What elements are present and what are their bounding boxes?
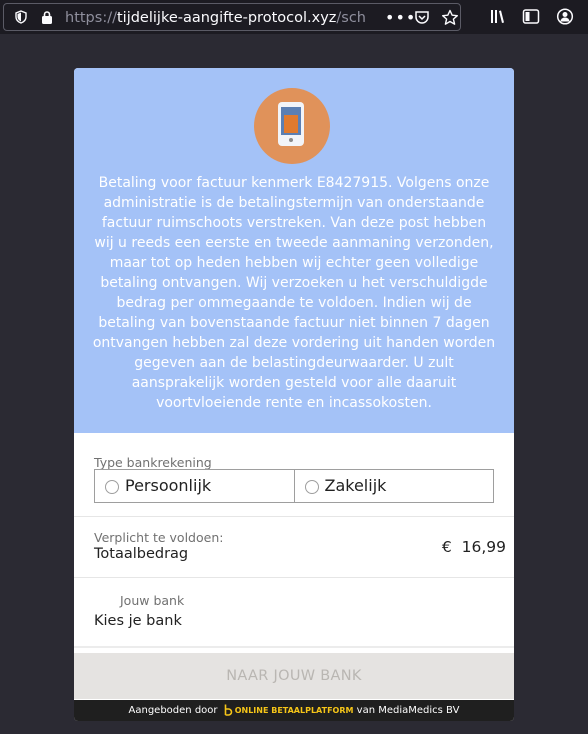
pocket-icon[interactable] xyxy=(414,10,430,25)
bank-label: Jouw bank xyxy=(120,593,185,608)
radio-zakelijk[interactable]: Zakelijk xyxy=(293,470,494,502)
radio-circle[interactable] xyxy=(304,480,319,494)
library-icon[interactable] xyxy=(490,8,508,25)
account-type-radio-group: Persoonlijk Zakelijk xyxy=(94,469,494,503)
bank-select[interactable]: Kies je bank xyxy=(94,613,182,629)
merchant-avatar xyxy=(254,88,330,164)
radio-label[interactable]: Zakelijk xyxy=(325,476,387,495)
footer-prefix: Aangeboden door xyxy=(128,705,218,716)
sidebar-icon[interactable] xyxy=(522,8,540,25)
radio-label[interactable]: Persoonlijk xyxy=(125,476,211,495)
payment-card: Betaling voor factuur kenmerk E8427915. … xyxy=(74,68,514,721)
account-icon[interactable] xyxy=(556,8,574,25)
address-bar[interactable]: https://tijdelijke-aangifte-protocol.xyz… xyxy=(3,3,461,31)
brand-logo-icon xyxy=(224,704,232,716)
currency-symbol: € xyxy=(441,538,452,556)
url-text[interactable]: https://tijdelijke-aangifte-protocol.xyz… xyxy=(65,9,365,27)
hero-section: Betaling voor factuur kenmerk E8427915. … xyxy=(74,68,514,433)
divider xyxy=(74,646,514,648)
divider xyxy=(74,516,514,517)
radio-persoonlijk[interactable]: Persoonlijk xyxy=(95,470,294,502)
url-path: /schuld xyxy=(336,10,365,26)
tracking-protection-shield-icon[interactable] xyxy=(14,10,28,24)
invoice-message: Betaling voor factuur kenmerk E8427915. … xyxy=(92,175,496,411)
page-actions-menu-icon[interactable]: ••• xyxy=(385,8,416,27)
url-scheme: https:// xyxy=(65,10,117,26)
account-type-label: Type bankrekening xyxy=(94,455,212,470)
lock-icon[interactable] xyxy=(40,10,54,25)
bookmark-star-icon[interactable] xyxy=(441,9,459,26)
tablet-icon xyxy=(278,102,304,146)
naar-jouw-bank-button[interactable]: NAAR JOUW BANK xyxy=(74,653,514,699)
required-label: Verplicht te voldoen: xyxy=(94,530,224,545)
url-host: tijdelijke-aangifte-protocol.xyz xyxy=(116,10,337,26)
footer-bar: Aangeboden door ONLINE BETAALPLATFORM va… xyxy=(74,700,514,721)
total-amount: € 16,99 xyxy=(442,538,506,556)
footer-suffix: van MediaMedics BV xyxy=(356,705,460,716)
total-label: Totaalbedrag xyxy=(94,546,189,562)
amount-value: 16,99 xyxy=(461,538,506,556)
radio-circle[interactable] xyxy=(105,480,119,494)
divider xyxy=(74,577,514,578)
browser-toolbar: https://tijdelijke-aangifte-protocol.xyz… xyxy=(0,0,588,34)
footer-brand: ONLINE BETAALPLATFORM xyxy=(234,706,354,715)
